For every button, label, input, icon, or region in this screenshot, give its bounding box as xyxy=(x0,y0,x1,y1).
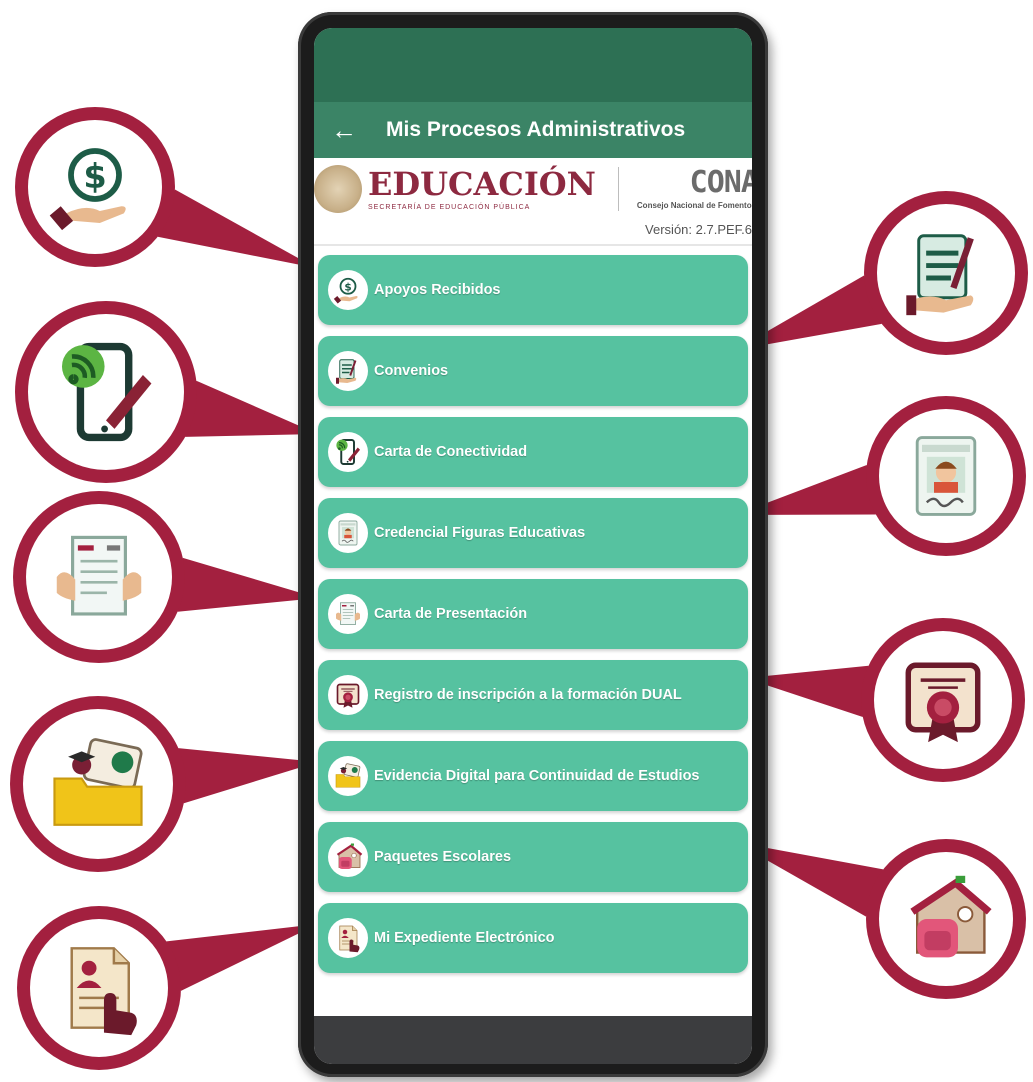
menu-item-label: Registro de inscripción a la formación D… xyxy=(374,686,682,703)
process-menu: $ Apoyos Recibidos Convenios Carta de Co… xyxy=(318,255,748,984)
callout-bubble xyxy=(17,906,318,1070)
school-backpack-icon xyxy=(328,837,368,877)
menu-item[interactable]: Registro de inscripción a la formación D… xyxy=(318,660,748,730)
status-bar xyxy=(314,28,752,102)
menu-item[interactable]: Convenios xyxy=(318,336,748,406)
menu-item[interactable]: $ Apoyos Recibidos xyxy=(318,255,748,325)
conafe-logo-text: CONAFE xyxy=(689,165,752,200)
conafe-logo-subtitle: Consejo Nacional de Fomento Educativo xyxy=(636,201,752,210)
certificate-icon xyxy=(328,675,368,715)
sep-logo-text: EDUCACIÓN xyxy=(368,164,596,203)
menu-item[interactable]: Paquetes Escolares xyxy=(318,822,748,892)
letter-document-icon xyxy=(328,594,368,634)
callout-bubble xyxy=(10,696,318,872)
id-card-icon xyxy=(915,436,977,516)
menu-item-label: Apoyos Recibidos xyxy=(374,281,501,298)
electronic-file-icon xyxy=(70,947,137,1036)
callout-bubble xyxy=(745,618,1025,782)
header-divider xyxy=(314,244,752,246)
callout-bubble xyxy=(735,191,1028,355)
menu-item[interactable]: Carta de Presentación xyxy=(318,579,748,649)
back-arrow-icon[interactable]: ← xyxy=(322,117,366,143)
menu-item[interactable]: Credencial Figuras Educativas xyxy=(318,498,748,568)
menu-item-label: Carta de Presentación xyxy=(374,605,528,622)
electronic-file-icon xyxy=(328,918,368,958)
certificate-icon xyxy=(905,662,981,743)
menu-item[interactable]: Carta de Conectividad xyxy=(318,417,748,487)
callout-pointer xyxy=(166,924,318,991)
callout-bubble xyxy=(735,396,1026,556)
menu-item-label: Carta de Conectividad xyxy=(374,443,528,460)
navigation-bar xyxy=(314,1016,752,1064)
app-bar: ← Mis Procesos Administrativos xyxy=(314,102,752,158)
phone-screen: ← Mis Procesos Administrativos EDUCACIÓN… xyxy=(314,28,752,1064)
svg-text:$: $ xyxy=(83,157,106,196)
logo-divider xyxy=(617,167,619,211)
callout-pointer xyxy=(177,557,318,612)
menu-item-label: Paquetes Escolares xyxy=(374,848,512,865)
callout-bubble xyxy=(735,839,1026,999)
sep-logo-subtitle: SECRETARÍA DE EDUCACIÓN PÚBLICA xyxy=(368,203,531,211)
menu-item[interactable]: Mi Expediente Electrónico xyxy=(318,903,748,973)
menu-item-label: Credencial Figuras Educativas xyxy=(374,524,586,541)
callout-face xyxy=(23,709,173,859)
callout-bubble: $ xyxy=(15,107,316,268)
page-title: Mis Procesos Administrativos xyxy=(386,118,686,141)
id-card-icon xyxy=(328,513,368,553)
svg-text:$: $ xyxy=(344,281,351,293)
folder-evidence-icon xyxy=(328,756,368,796)
callout-bubble xyxy=(15,301,318,483)
conafe-logo: CONAFE Consejo Nacional de Fomento Educa… xyxy=(636,165,752,211)
menu-item-label: Convenios xyxy=(374,362,449,379)
menu-item-label: Evidencia Digital para Continuidad de Es… xyxy=(374,767,700,784)
contract-sign-icon xyxy=(328,351,368,391)
sep-logo: EDUCACIÓN SECRETARÍA DE EDUCACIÓN PÚBLIC… xyxy=(368,168,596,211)
logo-header: EDUCACIÓN SECRETARÍA DE EDUCACIÓN PÚBLIC… xyxy=(314,158,752,220)
phone-frame: ← Mis Procesos Administrativos EDUCACIÓN… xyxy=(298,12,768,1077)
callout-bubble xyxy=(13,491,318,663)
mexico-seal-icon xyxy=(314,165,362,213)
menu-item-label: Mi Expediente Electrónico xyxy=(374,929,555,946)
version-label: Versión: 2.7.PEF.6 xyxy=(645,222,752,237)
money-hand-icon: $ xyxy=(328,270,368,310)
menu-item[interactable]: Evidencia Digital para Continuidad de Es… xyxy=(318,741,748,811)
callout-pointer xyxy=(157,189,316,268)
phone-signal-icon xyxy=(328,432,368,472)
